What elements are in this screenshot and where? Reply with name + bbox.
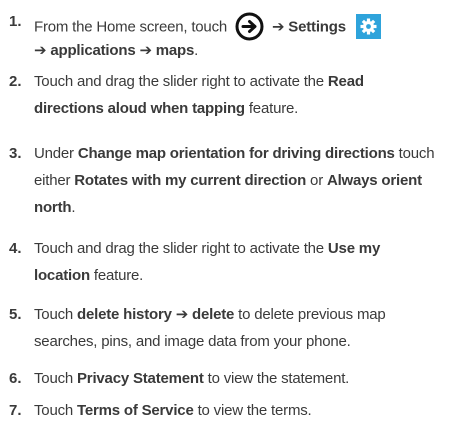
step-line: directions aloud when tapping feature. [34,99,298,118]
menu-item-name: delete [192,306,235,323]
feature-name: directions aloud when tapping [34,100,245,117]
punctuation: . [194,42,199,59]
step-text: Touch [34,402,74,419]
step-number: 7. [9,402,22,419]
step-line: either Rotates with my current direction… [34,171,422,190]
step-text: either [34,172,71,189]
menu-item-name: delete history [77,306,172,323]
step-text: feature. [248,100,299,117]
step-line: searches, pins, and image data from your… [34,332,351,351]
step-line: Touch Privacy Statement to view the stat… [34,369,349,388]
arrow-glyph: ➔ [139,42,152,59]
maps-label: maps [155,42,195,59]
step-text: Touch and drag the slider right to activ… [34,73,324,90]
step-line: Touch delete history ➔ delete to delete … [34,305,386,324]
step-text: or [310,172,323,189]
settings-gear-icon [355,14,381,39]
start-arrow-icon [235,12,264,41]
step-line: From the Home screen, touch ➔ Settings [34,12,381,43]
step-text: touch [398,145,435,162]
menu-item-name: Privacy Statement [77,370,204,387]
arrow-glyph: ➔ [175,306,189,323]
step-text: Touch [34,306,74,323]
step-text: Touch and drag the slider right to activ… [34,240,324,257]
step-line: ➔ applications ➔ maps. [34,41,198,60]
step-number: 4. [9,240,22,257]
step-text: searches, pins, and image data from your… [34,333,351,350]
step-line: Touch and drag the slider right to activ… [34,239,380,258]
step-text: to view the terms. [197,402,312,419]
step-text: From the Home screen, touch [34,18,228,36]
option-name: Rotates with my current direction [74,172,307,189]
setting-name: Change map orientation for driving direc… [77,145,395,162]
step-line: location feature. [34,266,143,285]
feature-name: Read [327,73,364,90]
step-line: Touch Terms of Service to view the terms… [34,401,312,420]
step-text: Touch [34,370,74,387]
step-line: Under Change map orientation for driving… [34,144,435,163]
feature-name: location [34,267,90,284]
step-number: 2. [9,73,22,90]
applications-label: applications [50,42,136,59]
instructions-page: 1. From the Home screen, touch ➔ Setting… [0,0,462,427]
arrow-glyph: ➔ [271,18,285,36]
step-text: to delete previous map [238,306,386,323]
option-name: Always orient [326,172,422,189]
step-number: 6. [9,370,22,387]
step-line: north. [34,198,75,217]
step-number: 3. [9,145,22,162]
step-number: 1. [9,13,22,30]
step-text: Under [34,145,74,162]
option-name: north [34,199,72,216]
step-text: feature. [93,267,144,284]
settings-label: Settings [288,18,346,36]
step-number: 5. [9,306,22,323]
feature-name: Use my [327,240,381,257]
punctuation: . [71,199,76,216]
step-line: Touch and drag the slider right to activ… [34,72,364,91]
arrow-glyph: ➔ [34,42,47,59]
menu-item-name: Terms of Service [77,402,194,419]
step-text: to view the statement. [207,370,350,387]
